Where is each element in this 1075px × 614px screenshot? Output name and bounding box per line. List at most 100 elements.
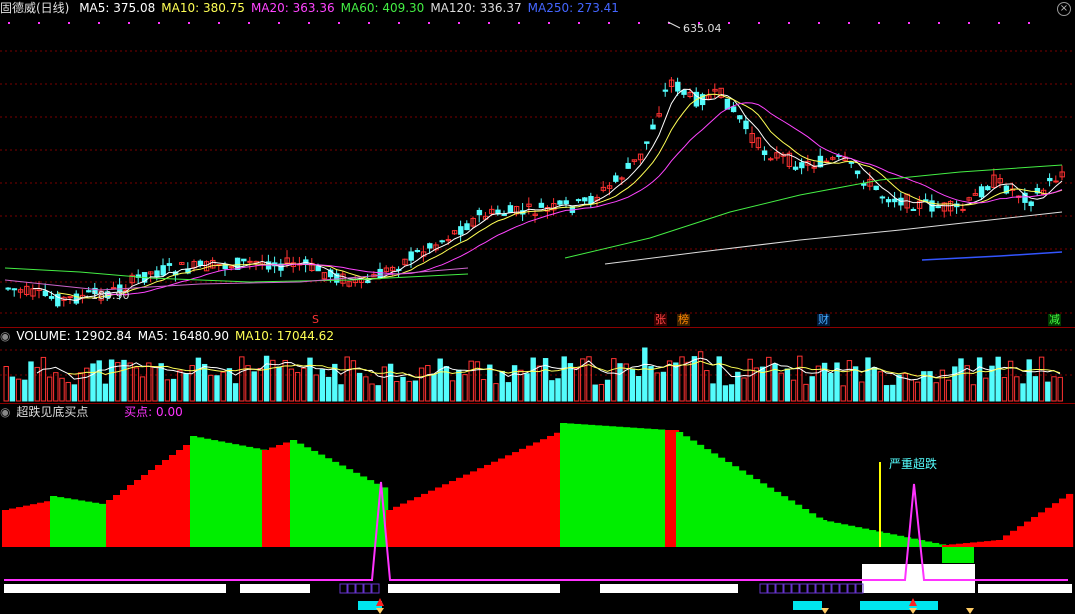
oversold-histogram-bar bbox=[353, 472, 361, 547]
step-bar bbox=[847, 583, 856, 594]
oversold-indicator-chart[interactable] bbox=[0, 404, 1075, 614]
volume-bar bbox=[499, 370, 505, 402]
candle-body bbox=[644, 141, 650, 144]
marker-dot bbox=[38, 22, 40, 24]
oversold-histogram-bar bbox=[942, 545, 950, 547]
candle-body bbox=[1028, 201, 1034, 207]
price-header: 固德威(日线) MA5: 375.08 MA10: 380.75 MA20: 363… bbox=[0, 0, 631, 16]
volume-bar bbox=[852, 366, 859, 402]
volume-bar bbox=[394, 381, 400, 402]
marker-dot bbox=[728, 22, 730, 24]
marker-dot bbox=[128, 22, 130, 24]
marker-dot bbox=[848, 22, 850, 24]
volume-bar bbox=[108, 359, 115, 402]
small-triangle-icon bbox=[376, 608, 384, 614]
candle-body bbox=[439, 240, 445, 243]
oversold-histogram-bar bbox=[869, 530, 877, 547]
volume-bar bbox=[139, 376, 146, 402]
volume-bar bbox=[146, 362, 152, 402]
candle-body bbox=[538, 202, 545, 208]
small-triangle-icon bbox=[821, 608, 829, 614]
volume-bar bbox=[226, 368, 233, 402]
volume-bar bbox=[555, 378, 561, 402]
volume-bar bbox=[356, 372, 363, 402]
volume-bar bbox=[152, 366, 158, 402]
oversold-histogram-bar bbox=[602, 425, 610, 547]
volume-bar bbox=[214, 375, 220, 402]
candlestick-chart[interactable] bbox=[0, 0, 1075, 327]
volume-panel[interactable]: ◉ VOLUME: 12902.84 MA5: 16480.90 MA10: 170… bbox=[0, 328, 1075, 403]
volume-bar bbox=[685, 361, 691, 402]
oversold-histogram-bar bbox=[883, 532, 891, 547]
marker-dot bbox=[758, 22, 760, 24]
oversold-histogram-bar bbox=[1045, 507, 1053, 547]
oversold-histogram-bar bbox=[984, 541, 992, 547]
close-icon[interactable]: × bbox=[1057, 2, 1071, 16]
oversold-histogram-bar bbox=[911, 538, 919, 547]
volume-bar bbox=[425, 365, 431, 402]
oversold-histogram-bar bbox=[932, 542, 940, 547]
event-tag-zhang[interactable]: 张 bbox=[654, 314, 667, 326]
candle-body bbox=[1047, 177, 1053, 182]
volume-bar bbox=[456, 369, 462, 402]
volume-bar bbox=[288, 368, 295, 402]
oversold-annotation: 严重超跌 bbox=[889, 457, 938, 471]
event-tag-bang[interactable]: 榜 bbox=[677, 314, 690, 326]
volume-indicator-0: VOLUME: 12902.84 bbox=[16, 329, 132, 343]
oversold-histogram-bar bbox=[690, 440, 698, 547]
oversold-histogram-bar bbox=[609, 426, 617, 547]
volume-bar bbox=[573, 367, 580, 402]
volume-bar bbox=[257, 367, 264, 402]
volume-bar bbox=[363, 376, 369, 402]
candle-body bbox=[563, 200, 569, 205]
ma-indicator-3: MA60: 409.30 bbox=[340, 1, 425, 15]
step-bar bbox=[815, 583, 824, 594]
volume-bar bbox=[307, 357, 313, 402]
oversold-histogram-bar bbox=[407, 500, 415, 547]
marker-dot bbox=[98, 22, 100, 24]
oversold-histogram-bar bbox=[162, 460, 170, 547]
event-tag-s[interactable]: S bbox=[311, 314, 320, 326]
oversold-histogram-bar bbox=[225, 442, 233, 547]
volume-indicators: VOLUME: 12902.84 MA5: 16480.90 MA10: 17044… bbox=[16, 329, 340, 343]
marker-dot bbox=[398, 22, 400, 24]
oversold-histogram-bar bbox=[120, 490, 128, 547]
settings-icon[interactable]: ◉ bbox=[0, 329, 10, 343]
volume-bar bbox=[865, 357, 871, 402]
oversold-histogram-bar bbox=[442, 484, 450, 547]
oversold-histogram-bar bbox=[276, 445, 284, 547]
event-tag-jian[interactable]: 减 bbox=[1048, 314, 1061, 326]
volume-bar bbox=[1057, 376, 1063, 402]
signal-strip bbox=[4, 584, 226, 593]
candle-body bbox=[464, 223, 470, 231]
oversold-histogram-bar bbox=[809, 513, 817, 547]
candle-body bbox=[910, 208, 917, 211]
volume-bar bbox=[71, 384, 78, 402]
volume-bar bbox=[431, 373, 437, 402]
oversold-histogram-bar bbox=[190, 436, 198, 547]
step-bar bbox=[775, 583, 784, 594]
oversold-histogram-bar bbox=[113, 495, 121, 547]
marker-dot bbox=[548, 22, 550, 24]
volume-bar bbox=[59, 377, 65, 402]
volume-bar bbox=[9, 376, 16, 402]
oversold-histogram-bar bbox=[595, 425, 603, 547]
oversold-histogram-bar bbox=[148, 470, 156, 547]
settings-icon[interactable]: ◉ bbox=[0, 405, 10, 419]
oversold-histogram-bar bbox=[581, 424, 589, 547]
oversold-histogram-bar bbox=[725, 461, 733, 547]
signal-panel[interactable]: ◉ 超跌见底买点 买点: 0.00 严重超跌 bbox=[0, 404, 1075, 614]
oversold-histogram-bar bbox=[526, 445, 534, 547]
oversold-histogram-bar bbox=[99, 503, 107, 547]
event-tag-cai[interactable]: 财 bbox=[817, 314, 830, 326]
volume-bar bbox=[1001, 377, 1008, 402]
oversold-histogram-bar bbox=[848, 525, 856, 547]
volume-bar bbox=[65, 381, 71, 402]
oversold-histogram-bar bbox=[1010, 530, 1018, 547]
volume-bar bbox=[319, 369, 326, 402]
volume-bar bbox=[697, 351, 704, 402]
oversold-histogram-bar bbox=[463, 474, 471, 547]
volume-bar bbox=[1038, 356, 1045, 402]
oversold-histogram-bar bbox=[325, 458, 333, 547]
price-panel[interactable]: 固德威(日线) MA5: 375.08 MA10: 380.75 MA20: 363… bbox=[0, 0, 1075, 327]
